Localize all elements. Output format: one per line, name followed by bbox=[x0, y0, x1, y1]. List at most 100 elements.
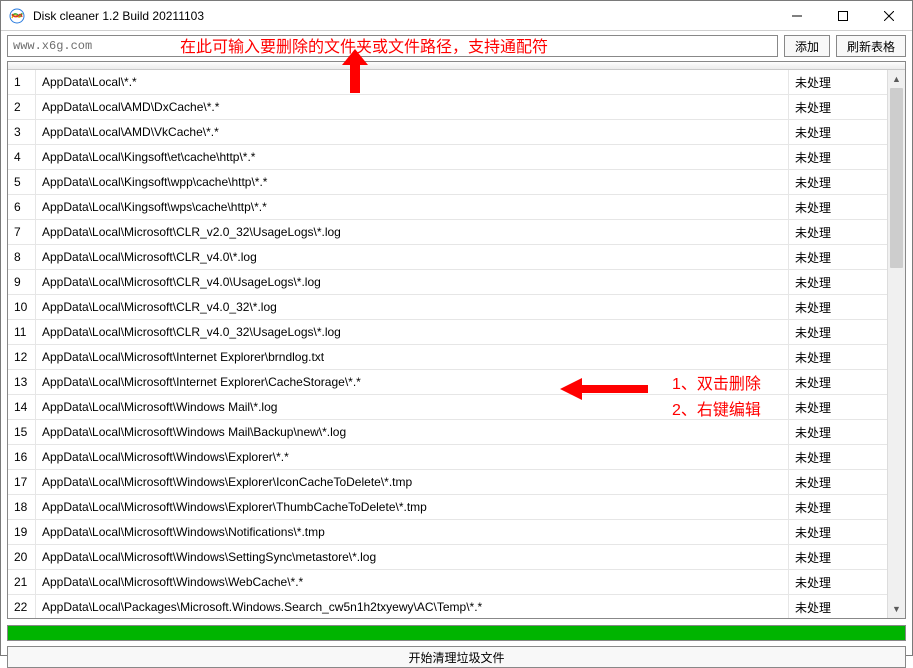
row-status: 未处理 bbox=[789, 420, 887, 444]
table-row[interactable]: 7AppData\Local\Microsoft\CLR_v2.0_32\Usa… bbox=[8, 220, 887, 245]
row-status: 未处理 bbox=[789, 470, 887, 494]
row-status: 未处理 bbox=[789, 245, 887, 269]
row-index: 4 bbox=[8, 145, 36, 169]
vertical-scrollbar[interactable]: ▲ ▼ bbox=[887, 70, 905, 618]
table-row[interactable]: 6AppData\Local\Kingsoft\wps\cache\http\*… bbox=[8, 195, 887, 220]
table-row[interactable]: 22AppData\Local\Packages\Microsoft.Windo… bbox=[8, 595, 887, 618]
refresh-button[interactable]: 刷新表格 bbox=[836, 35, 906, 57]
path-table: 1AppData\Local\*.*未处理2AppData\Local\AMD\… bbox=[7, 61, 906, 619]
row-path: AppData\Local\Microsoft\CLR_v4.0\*.log bbox=[36, 245, 789, 269]
row-status: 未处理 bbox=[789, 520, 887, 544]
row-index: 3 bbox=[8, 120, 36, 144]
row-status: 未处理 bbox=[789, 295, 887, 319]
row-path: AppData\Local\Packages\Microsoft.Windows… bbox=[36, 595, 789, 618]
row-status: 未处理 bbox=[789, 545, 887, 569]
row-index: 19 bbox=[8, 520, 36, 544]
row-index: 16 bbox=[8, 445, 36, 469]
close-icon bbox=[884, 11, 894, 21]
row-index: 21 bbox=[8, 570, 36, 594]
table-row[interactable]: 11AppData\Local\Microsoft\CLR_v4.0_32\Us… bbox=[8, 320, 887, 345]
row-path: AppData\Local\AMD\DxCache\*.* bbox=[36, 95, 789, 119]
row-index: 20 bbox=[8, 545, 36, 569]
table-row[interactable]: 16AppData\Local\Microsoft\Windows\Explor… bbox=[8, 445, 887, 470]
table-row[interactable]: 17AppData\Local\Microsoft\Windows\Explor… bbox=[8, 470, 887, 495]
row-path: AppData\Local\Microsoft\Windows\SettingS… bbox=[36, 545, 789, 569]
row-path: AppData\Local\Microsoft\CLR_v4.0_32\*.lo… bbox=[36, 295, 789, 319]
row-path: AppData\Local\Microsoft\Windows\Notifica… bbox=[36, 520, 789, 544]
table-row[interactable]: 14AppData\Local\Microsoft\Windows Mail\*… bbox=[8, 395, 887, 420]
start-clean-button[interactable]: 开始清理垃圾文件 bbox=[7, 646, 906, 668]
row-index: 7 bbox=[8, 220, 36, 244]
row-index: 9 bbox=[8, 270, 36, 294]
row-index: 8 bbox=[8, 245, 36, 269]
row-status: 未处理 bbox=[789, 70, 887, 94]
row-path: AppData\Local\Kingsoft\et\cache\http\*.* bbox=[36, 145, 789, 169]
table-row[interactable]: 15AppData\Local\Microsoft\Windows Mail\B… bbox=[8, 420, 887, 445]
row-status: 未处理 bbox=[789, 120, 887, 144]
row-path: AppData\Local\Microsoft\Internet Explore… bbox=[36, 370, 789, 394]
row-status: 未处理 bbox=[789, 270, 887, 294]
row-status: 未处理 bbox=[789, 395, 887, 419]
row-path: AppData\Local\Microsoft\CLR_v2.0_32\Usag… bbox=[36, 220, 789, 244]
table-row[interactable]: 5AppData\Local\Kingsoft\wpp\cache\http\*… bbox=[8, 170, 887, 195]
add-button[interactable]: 添加 bbox=[784, 35, 830, 57]
row-index: 12 bbox=[8, 345, 36, 369]
row-path: AppData\Local\Microsoft\CLR_v4.0\UsageLo… bbox=[36, 270, 789, 294]
row-index: 18 bbox=[8, 495, 36, 519]
table-row[interactable]: 9AppData\Local\Microsoft\CLR_v4.0\UsageL… bbox=[8, 270, 887, 295]
table-header[interactable] bbox=[8, 62, 905, 70]
close-button[interactable] bbox=[866, 1, 912, 30]
table-row[interactable]: 12AppData\Local\Microsoft\Internet Explo… bbox=[8, 345, 887, 370]
app-icon bbox=[9, 8, 25, 24]
row-status: 未处理 bbox=[789, 595, 887, 618]
row-index: 2 bbox=[8, 95, 36, 119]
minimize-icon bbox=[792, 11, 802, 21]
window-title: Disk cleaner 1.2 Build 20211103 bbox=[33, 9, 774, 23]
row-index: 6 bbox=[8, 195, 36, 219]
table-row[interactable]: 21AppData\Local\Microsoft\Windows\WebCac… bbox=[8, 570, 887, 595]
table-row[interactable]: 2AppData\Local\AMD\DxCache\*.*未处理 bbox=[8, 95, 887, 120]
row-path: AppData\Local\Kingsoft\wpp\cache\http\*.… bbox=[36, 170, 789, 194]
action-row: 开始清理垃圾文件 bbox=[7, 646, 906, 668]
table-row[interactable]: 10AppData\Local\Microsoft\CLR_v4.0_32\*.… bbox=[8, 295, 887, 320]
toolbar: 添加 刷新表格 bbox=[1, 31, 912, 61]
table-row[interactable]: 18AppData\Local\Microsoft\Windows\Explor… bbox=[8, 495, 887, 520]
maximize-icon bbox=[838, 11, 848, 21]
window-controls bbox=[774, 1, 912, 30]
row-status: 未处理 bbox=[789, 95, 887, 119]
table-row[interactable]: 20AppData\Local\Microsoft\Windows\Settin… bbox=[8, 545, 887, 570]
table-row[interactable]: 13AppData\Local\Microsoft\Internet Explo… bbox=[8, 370, 887, 395]
row-path: AppData\Local\Kingsoft\wps\cache\http\*.… bbox=[36, 195, 789, 219]
table-row[interactable]: 3AppData\Local\AMD\VkCache\*.*未处理 bbox=[8, 120, 887, 145]
progress-bar bbox=[7, 625, 906, 641]
row-path: AppData\Local\Microsoft\Internet Explore… bbox=[36, 345, 789, 369]
table-row[interactable]: 8AppData\Local\Microsoft\CLR_v4.0\*.log未… bbox=[8, 245, 887, 270]
row-index: 10 bbox=[8, 295, 36, 319]
row-status: 未处理 bbox=[789, 195, 887, 219]
table-row[interactable]: 4AppData\Local\Kingsoft\et\cache\http\*.… bbox=[8, 145, 887, 170]
path-input[interactable] bbox=[7, 35, 778, 57]
row-path: AppData\Local\Microsoft\Windows\WebCache… bbox=[36, 570, 789, 594]
row-status: 未处理 bbox=[789, 170, 887, 194]
row-index: 15 bbox=[8, 420, 36, 444]
row-index: 14 bbox=[8, 395, 36, 419]
row-path: AppData\Local\Microsoft\CLR_v4.0_32\Usag… bbox=[36, 320, 789, 344]
row-index: 17 bbox=[8, 470, 36, 494]
table-row[interactable]: 19AppData\Local\Microsoft\Windows\Notifi… bbox=[8, 520, 887, 545]
row-index: 22 bbox=[8, 595, 36, 618]
row-status: 未处理 bbox=[789, 220, 887, 244]
row-status: 未处理 bbox=[789, 345, 887, 369]
minimize-button[interactable] bbox=[774, 1, 820, 30]
row-status: 未处理 bbox=[789, 145, 887, 169]
row-path: AppData\Local\AMD\VkCache\*.* bbox=[36, 120, 789, 144]
row-path: AppData\Local\*.* bbox=[36, 70, 789, 94]
scroll-up-icon[interactable]: ▲ bbox=[888, 70, 905, 88]
row-path: AppData\Local\Microsoft\Windows\Explorer… bbox=[36, 495, 789, 519]
row-index: 5 bbox=[8, 170, 36, 194]
table-body: 1AppData\Local\*.*未处理2AppData\Local\AMD\… bbox=[8, 70, 887, 618]
scroll-down-icon[interactable]: ▼ bbox=[888, 600, 905, 618]
scroll-thumb[interactable] bbox=[890, 88, 903, 268]
table-row[interactable]: 1AppData\Local\*.*未处理 bbox=[8, 70, 887, 95]
row-status: 未处理 bbox=[789, 495, 887, 519]
maximize-button[interactable] bbox=[820, 1, 866, 30]
